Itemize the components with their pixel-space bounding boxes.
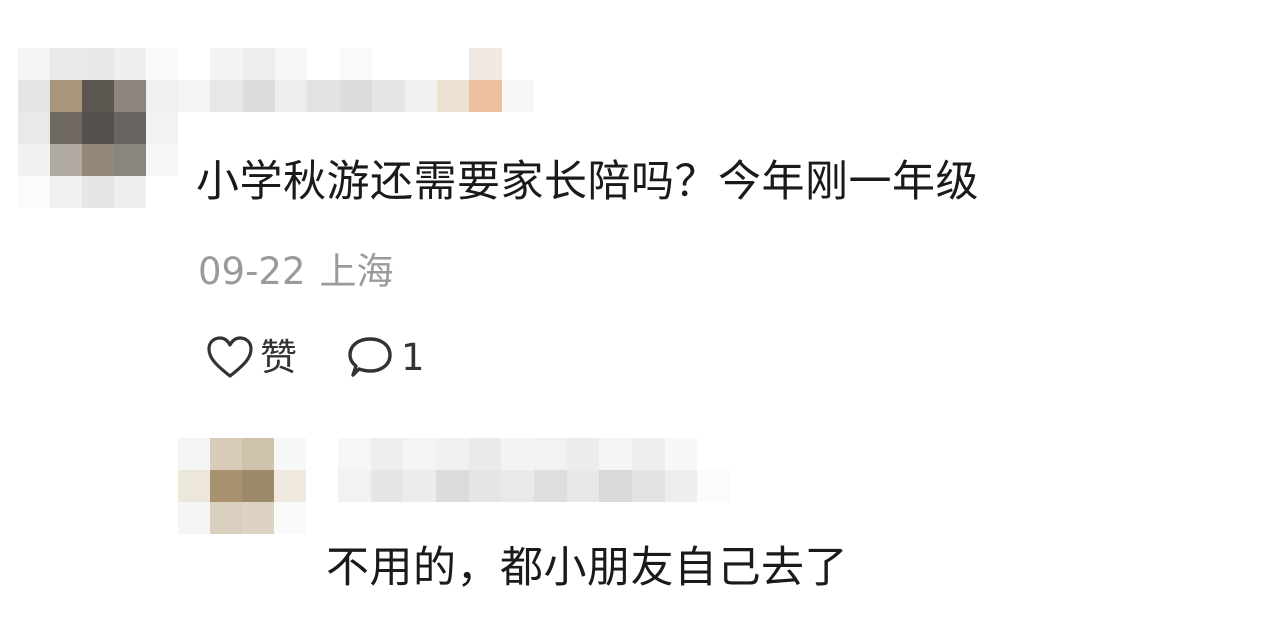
like-button[interactable]: 赞 [206, 333, 297, 383]
reply-avatar[interactable] [178, 438, 306, 534]
comment-text: 小学秋游还需要家长陪吗？今年刚一年级 [196, 157, 979, 207]
like-label: 赞 [260, 336, 297, 379]
reply-text: 不用的，都小朋友自己去了 [326, 543, 848, 593]
comment-actions: 赞 1 [206, 328, 425, 388]
reply-username-blurred[interactable] [338, 438, 730, 502]
comment-avatar[interactable] [18, 48, 178, 208]
comment-bubble-icon [345, 335, 395, 381]
comment-date: 09-22 [198, 250, 306, 293]
reply-button[interactable]: 1 [345, 333, 425, 383]
heart-outline-icon [206, 336, 254, 380]
reply-count: 1 [401, 336, 425, 379]
comment-username-blurred[interactable] [178, 48, 534, 112]
comment-meta: 09-22 上海 [198, 247, 394, 297]
comment-location: 上海 [319, 250, 394, 293]
